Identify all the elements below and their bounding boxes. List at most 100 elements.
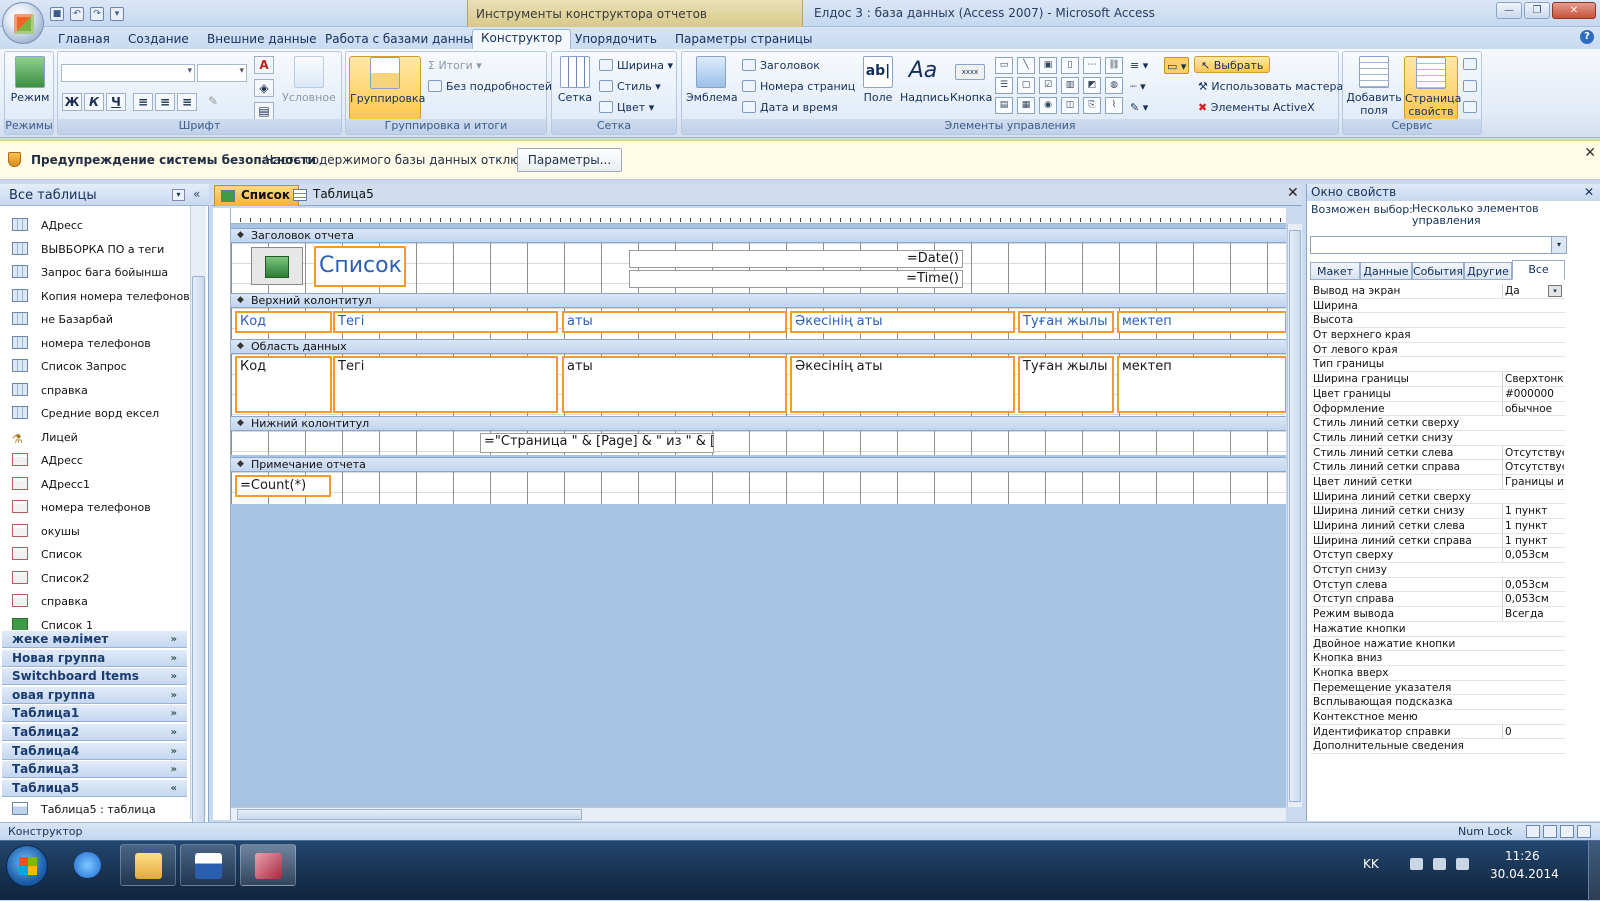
line-thickness-button[interactable]: ≡ ▾ [1130, 57, 1148, 74]
minimize-button[interactable]: — [1496, 2, 1522, 19]
bold-button[interactable]: Ж [62, 93, 82, 111]
undo-icon[interactable]: ↶ [70, 7, 84, 21]
nav-item[interactable]: АДресс [12, 216, 83, 236]
nav-item[interactable]: Запрос бага бойынша [12, 263, 168, 283]
property-row[interactable]: Стиль линий сетки слева Отсутствует [1310, 445, 1565, 461]
fill-color-icon[interactable]: ◈ [254, 79, 274, 97]
redo-icon[interactable]: ↷ [90, 7, 104, 21]
controls-more-button[interactable]: ▭ ▾ [1164, 57, 1190, 74]
close-icon[interactable]: ✕ [1584, 145, 1596, 161]
property-value[interactable]: 1 пункт [1502, 519, 1564, 533]
property-sheet-button[interactable]: Страница свойств [1404, 56, 1461, 120]
nav-group-header[interactable]: жеке мәлімет » [2, 630, 187, 648]
property-row[interactable]: Нажатие кнопки [1310, 622, 1565, 637]
property-row[interactable]: Всплывающая подсказка [1310, 695, 1565, 710]
chevron-icon[interactable]: » [171, 761, 177, 778]
section-page-header[interactable]: Верхний колонтитул [231, 293, 1286, 308]
design-view-icon[interactable] [1577, 825, 1591, 838]
tab-external-data[interactable]: Внешние данные [199, 31, 324, 49]
field-kod[interactable]: Код [235, 356, 332, 413]
title-button[interactable]: Заголовок [742, 57, 820, 74]
section-report-header[interactable]: Заголовок отчета [231, 228, 1286, 243]
image-icon[interactable]: ◩ [1083, 77, 1101, 94]
nav-group-header[interactable]: овая группа » [2, 685, 187, 704]
property-row[interactable]: От верхнего края [1310, 328, 1565, 343]
property-value[interactable]: обычное [1502, 401, 1564, 416]
chevron-icon[interactable]: » [171, 724, 177, 741]
line-icon[interactable]: ╲ [1017, 57, 1035, 74]
nav-item[interactable]: Список Запрос [12, 357, 127, 377]
object-select-combo[interactable]: ▾ [1310, 236, 1567, 254]
chevron-down-icon[interactable]: ▾ [1548, 285, 1562, 297]
property-row[interactable]: Стиль линий сетки сверху [1310, 416, 1565, 431]
nav-item[interactable]: ⚗ Лицей [12, 428, 78, 448]
property-row[interactable]: Цвет границы #000000 [1310, 386, 1565, 402]
report-view-icon[interactable] [1526, 825, 1540, 838]
column-label-tegi[interactable]: Тегі [333, 311, 558, 333]
property-value[interactable]: #000000 [1502, 386, 1564, 401]
design-vertical-scrollbar[interactable] [1287, 224, 1302, 807]
align-center-icon[interactable]: ≡ [155, 93, 175, 111]
clock-time[interactable]: 11:26 [1505, 849, 1540, 863]
chevron-icon[interactable]: » [171, 631, 177, 648]
property-value[interactable]: 0,053см [1502, 592, 1564, 607]
prop-tab-all[interactable]: Все [1512, 260, 1565, 280]
chevron-icon[interactable]: » [171, 687, 177, 704]
textbox-field-button[interactable]: ab| Поле [860, 56, 896, 104]
nav-item[interactable]: номера телефонов [12, 498, 151, 518]
property-row[interactable]: Отступ снизу [1310, 563, 1565, 578]
field-mektep[interactable]: мектеп [1117, 356, 1286, 413]
listbox-icon[interactable]: ☰ [995, 77, 1013, 94]
property-row[interactable]: Ширина линий сетки слева 1 пункт [1310, 519, 1565, 534]
activex-button[interactable]: ✖ Элементы ActiveX [1198, 99, 1315, 116]
format-painter-icon[interactable]: ✎ [203, 93, 223, 111]
chevron-icon[interactable]: » [171, 650, 177, 667]
nav-item[interactable]: окушы [12, 522, 80, 542]
nav-item[interactable]: Список2 [12, 569, 89, 589]
rectangle-icon[interactable]: ▯ [1061, 57, 1079, 74]
report-title-label[interactable]: Список [314, 246, 406, 287]
property-row[interactable]: Стиль линий сетки справа Отсутствует [1310, 460, 1565, 475]
option-group-icon[interactable]: ▦ [1017, 97, 1035, 114]
clock-date[interactable]: 30.04.2014 [1490, 867, 1559, 881]
field-tegi[interactable]: Тегі [333, 356, 558, 413]
property-row[interactable]: Ширина линий сетки снизу 1 пункт [1310, 504, 1565, 519]
column-label-tugan-zhyly[interactable]: Туған жылы [1018, 311, 1114, 333]
nav-scrollbar[interactable] [190, 206, 206, 826]
font-name-combo[interactable] [61, 64, 195, 82]
nav-group-header[interactable]: Switchboard Items » [2, 667, 187, 686]
nav-item[interactable]: АДресс1 [12, 475, 90, 495]
close-button[interactable]: ✕ [1552, 2, 1596, 19]
field-tugan-zhyly[interactable]: Туған жылы [1018, 356, 1114, 413]
property-row[interactable]: Высота [1310, 313, 1565, 329]
nav-item[interactable]: справка [12, 592, 88, 612]
tab-create[interactable]: Создание [120, 31, 197, 49]
chart-icon[interactable]: ▥ [1061, 77, 1079, 94]
tab-arrange[interactable]: Упорядочить [567, 31, 665, 49]
nav-group-header[interactable]: Таблица1 » [2, 704, 187, 723]
column-label-aty[interactable]: аты [562, 311, 787, 333]
collapse-pane-icon[interactable]: « [193, 187, 200, 201]
logo-image[interactable] [251, 247, 303, 285]
taskbar-explorer[interactable] [120, 844, 176, 886]
property-value[interactable]: Границы и [1502, 474, 1564, 489]
chevron-down-icon[interactable]: ▾ [1551, 237, 1566, 253]
tab-database-tools[interactable]: Работа с базами данных [317, 31, 488, 49]
subreport-icon[interactable] [1463, 78, 1481, 95]
tab-design[interactable]: Конструктор [472, 29, 572, 49]
nav-item[interactable]: ВЫВБОРКА ПО а теги [12, 240, 164, 260]
italic-button[interactable]: К [84, 93, 104, 111]
chevron-icon[interactable]: « [171, 780, 177, 797]
property-row[interactable]: Отступ сверху 0,053см [1310, 548, 1565, 564]
property-value[interactable]: Отсутствует [1502, 445, 1564, 460]
property-value[interactable]: 0,053см [1502, 577, 1564, 592]
nav-item[interactable]: не Базарбай [12, 310, 113, 330]
scroll-thumb[interactable] [237, 809, 582, 820]
start-button[interactable] [6, 845, 48, 887]
office-button[interactable] [2, 2, 44, 44]
gridlines-button[interactable]: Сетка [555, 56, 595, 104]
help-icon[interactable]: ? [1580, 30, 1594, 44]
totals-button[interactable]: Σ Итоги ▾ [428, 57, 482, 74]
property-row[interactable]: Вывод на экран Да ▾ [1310, 284, 1565, 299]
date-textbox[interactable]: =Date() [629, 250, 963, 268]
